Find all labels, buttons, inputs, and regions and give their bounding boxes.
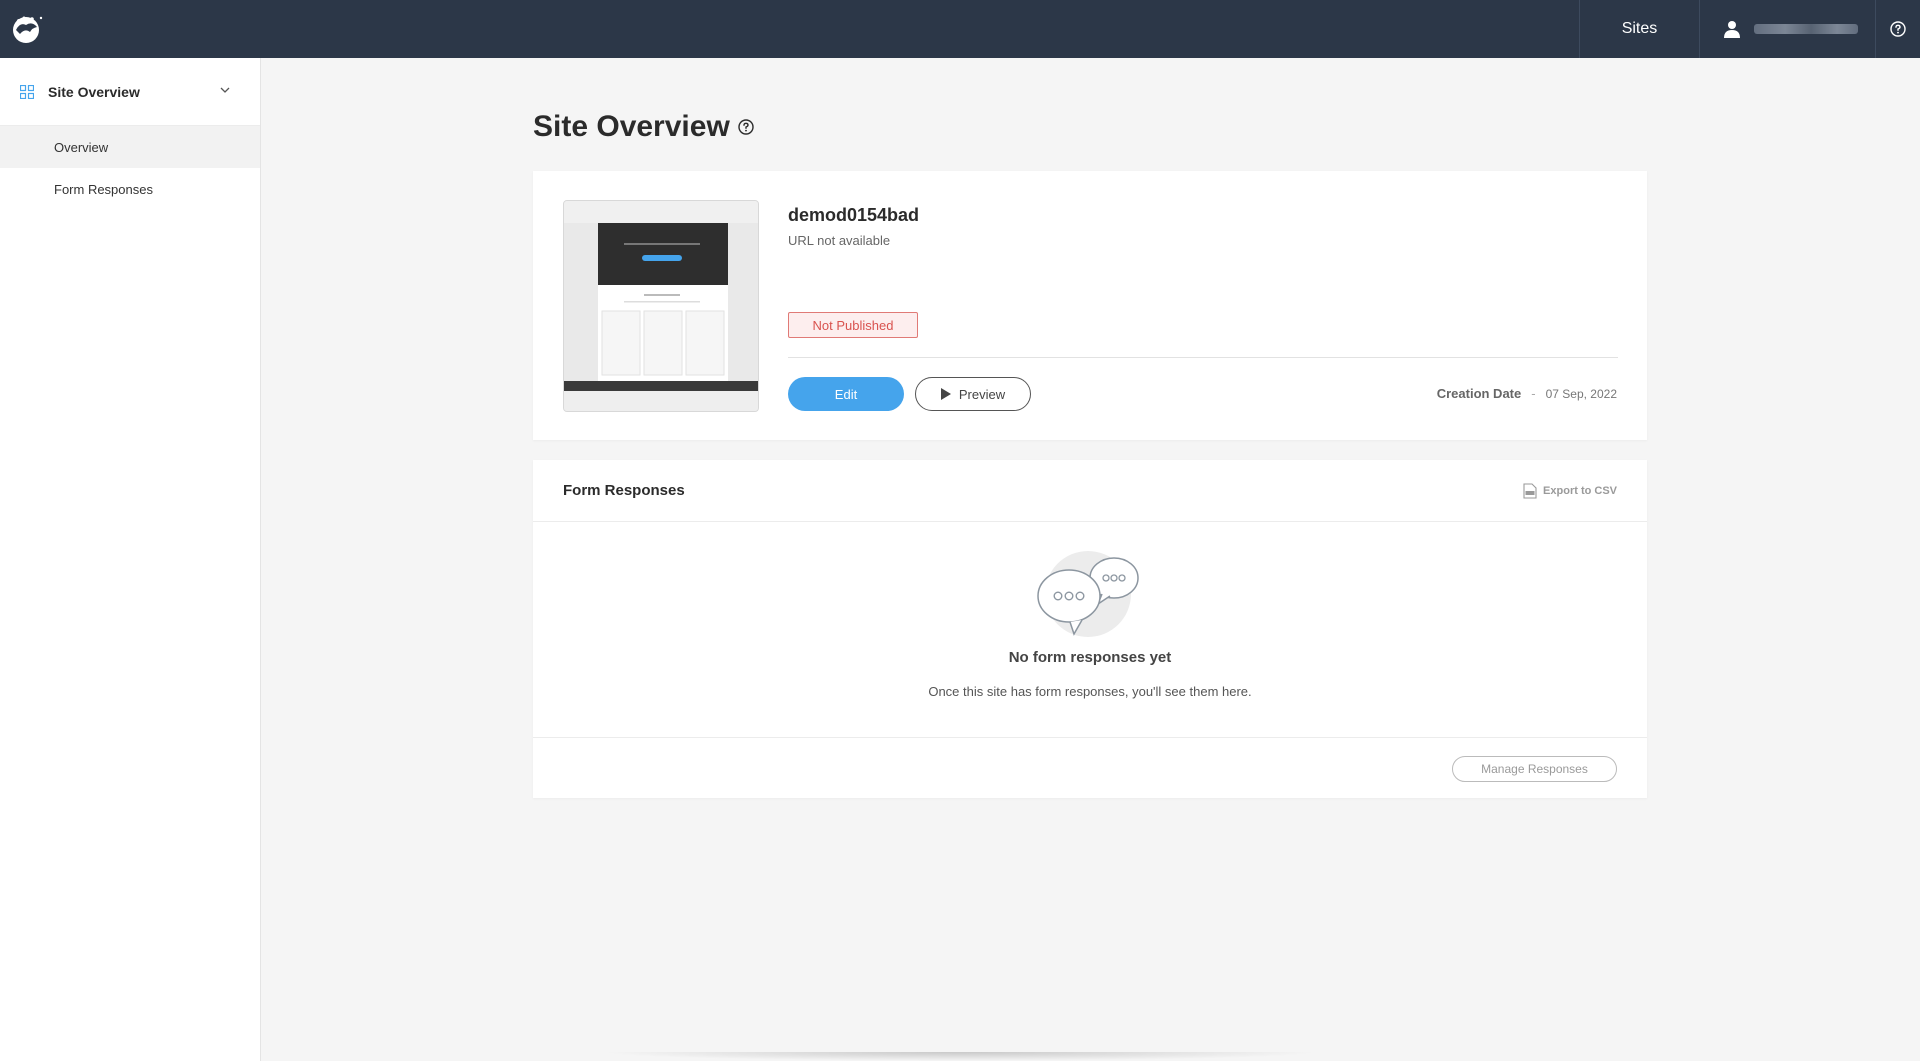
sidebar-item-form-responses[interactable]: Form Responses: [0, 168, 260, 210]
empty-state-title: No form responses yet: [1008, 649, 1172, 666]
export-csv-button[interactable]: Export to CSV: [1523, 483, 1617, 499]
preview-label: Preview: [958, 386, 1006, 402]
brand-logo-icon[interactable]: [10, 12, 44, 46]
form-responses-title: Form Responses: [563, 482, 685, 499]
grid-icon: [20, 84, 34, 99]
site-thumbnail[interactable]: [563, 200, 759, 412]
site-card: demod0154bad URL not available Not Publi…: [533, 171, 1647, 440]
site-url: URL not available: [788, 233, 891, 248]
bottom-shadow: [600, 1052, 1320, 1061]
manage-responses-button[interactable]: Manage Responses: [1452, 756, 1617, 782]
preview-button[interactable]: Preview: [915, 377, 1031, 411]
user-icon: [1724, 21, 1740, 38]
sites-nav-link[interactable]: Sites: [1579, 0, 1699, 58]
user-menu[interactable]: [1699, 0, 1875, 58]
divider: [533, 737, 1647, 738]
help-icon[interactable]: [738, 119, 754, 135]
sidebar-item-label: Overview: [54, 139, 109, 155]
creation-date-value: 07 Sep, 2022: [1545, 386, 1617, 401]
csv-file-icon: [1523, 483, 1537, 499]
sidebar-section-label: Site Overview: [48, 83, 140, 100]
sidebar-item-overview[interactable]: Overview: [0, 126, 260, 168]
play-icon: [940, 388, 951, 400]
sites-nav-label: Sites: [1621, 20, 1658, 37]
creation-date-separator: -: [1531, 386, 1536, 401]
site-preview-image: [564, 201, 758, 411]
chat-bubbles-icon: [1037, 551, 1139, 637]
creation-date-row: Creation Date - 07 Sep, 2022: [1437, 386, 1617, 401]
help-icon: [1890, 21, 1906, 37]
sidebar-item-label: Form Responses: [54, 181, 153, 197]
page-title: Site Overview: [533, 110, 730, 143]
divider: [788, 357, 1618, 358]
form-responses-header: Form Responses Export to CSV: [533, 460, 1647, 522]
page-title-row: Site Overview: [533, 110, 754, 144]
export-csv-label: Export to CSV: [1543, 485, 1617, 497]
site-name: demod0154bad: [788, 205, 920, 225]
edit-button[interactable]: Edit: [788, 377, 904, 411]
sidebar-section-site-overview[interactable]: Site Overview: [0, 58, 260, 126]
sidebar: Site Overview Overview Form Responses: [0, 58, 261, 1061]
creation-date-label: Creation Date: [1436, 386, 1522, 401]
status-badge: Not Published: [788, 312, 918, 338]
help-button[interactable]: [1875, 0, 1920, 58]
user-name-redacted: [1754, 24, 1858, 34]
top-bar: Sites: [0, 0, 1920, 58]
chevron-down-icon: [220, 87, 230, 93]
empty-state-subtitle: Once this site has form responses, you'l…: [928, 684, 1252, 699]
form-responses-card: Form Responses Export to CSV No form res…: [533, 460, 1647, 798]
